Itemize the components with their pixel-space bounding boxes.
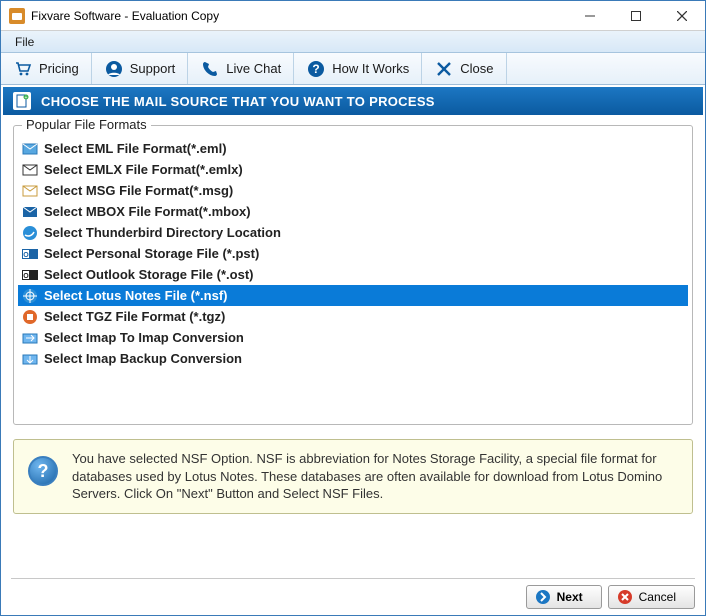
eml-icon — [22, 141, 38, 157]
format-label: Select EMLX File Format(*.emlx) — [44, 162, 243, 177]
howitworks-button[interactable]: ? How It Works — [294, 53, 422, 84]
close-icon — [434, 59, 454, 79]
emlx-icon — [22, 162, 38, 178]
format-label: Select MSG File Format(*.msg) — [44, 183, 233, 198]
window-title: Fixvare Software - Evaluation Copy — [31, 9, 567, 23]
format-label: Select Imap Backup Conversion — [44, 351, 242, 366]
format-row-imap-backup[interactable]: Select Imap Backup Conversion — [18, 348, 688, 369]
close-label: Close — [460, 61, 493, 76]
cancel-icon — [617, 589, 633, 605]
format-list: Select EML File Format(*.eml) Select EMLX… — [18, 138, 688, 369]
menu-file[interactable]: File — [7, 33, 42, 51]
support-label: Support — [130, 61, 176, 76]
svg-text:O: O — [23, 252, 29, 259]
thunderbird-icon — [22, 225, 38, 241]
app-icon — [9, 8, 25, 24]
next-button[interactable]: Next — [526, 585, 602, 609]
format-row-thunderbird[interactable]: Select Thunderbird Directory Location — [18, 222, 688, 243]
content: Popular File Formats Select EML File For… — [1, 115, 705, 425]
page-icon: + — [13, 92, 31, 110]
minimize-button[interactable] — [567, 1, 613, 31]
pst-icon: O — [22, 246, 38, 262]
format-row-msg[interactable]: Select MSG File Format(*.msg) — [18, 180, 688, 201]
format-label: Select Personal Storage File (*.pst) — [44, 246, 259, 261]
pricing-button[interactable]: Pricing — [1, 53, 92, 84]
format-label: Select Thunderbird Directory Location — [44, 225, 281, 240]
imap-icon — [22, 330, 38, 346]
close-button[interactable]: Close — [422, 53, 506, 84]
arrow-right-icon — [535, 589, 551, 605]
format-group: Popular File Formats Select EML File For… — [13, 125, 693, 425]
format-row-ost[interactable]: O Select Outlook Storage File (*.ost) — [18, 264, 688, 285]
imap-backup-icon — [22, 351, 38, 367]
svg-text:+: + — [25, 95, 28, 101]
header-band: + CHOOSE THE MAIL SOURCE THAT YOU WANT T… — [3, 87, 703, 115]
mbox-icon — [22, 204, 38, 220]
format-row-eml[interactable]: Select EML File Format(*.eml) — [18, 138, 688, 159]
howitworks-label: How It Works — [332, 61, 409, 76]
format-label: Select EML File Format(*.eml) — [44, 141, 227, 156]
group-legend: Popular File Formats — [22, 117, 151, 132]
format-label: Select Lotus Notes File (*.nsf) — [44, 288, 227, 303]
info-text: You have selected NSF Option. NSF is abb… — [72, 450, 678, 503]
footer: Next Cancel — [11, 578, 695, 609]
maximize-button[interactable] — [613, 1, 659, 31]
format-row-tgz[interactable]: Select TGZ File Format (*.tgz) — [18, 306, 688, 327]
header-text: CHOOSE THE MAIL SOURCE THAT YOU WANT TO … — [41, 94, 435, 109]
livechat-label: Live Chat — [226, 61, 281, 76]
cancel-button[interactable]: Cancel — [608, 585, 695, 609]
menubar: File — [1, 31, 705, 53]
format-row-emlx[interactable]: Select EMLX File Format(*.emlx) — [18, 159, 688, 180]
svg-text:O: O — [23, 273, 29, 280]
format-label: Select Outlook Storage File (*.ost) — [44, 267, 253, 282]
cancel-label: Cancel — [639, 590, 676, 604]
tgz-icon — [22, 309, 38, 325]
close-window-button[interactable] — [659, 1, 705, 31]
format-label: Select Imap To Imap Conversion — [44, 330, 244, 345]
nsf-icon — [22, 288, 38, 304]
phone-icon — [200, 59, 220, 79]
pricing-label: Pricing — [39, 61, 79, 76]
toolbar: Pricing Support Live Chat ? How It Works… — [1, 53, 705, 85]
titlebar: Fixvare Software - Evaluation Copy — [1, 1, 705, 31]
svg-text:?: ? — [313, 62, 320, 76]
support-button[interactable]: Support — [92, 53, 189, 84]
question-icon: ? — [306, 59, 326, 79]
msg-icon — [22, 183, 38, 199]
format-row-mbox[interactable]: Select MBOX File Format(*.mbox) — [18, 201, 688, 222]
format-row-nsf[interactable]: Select Lotus Notes File (*.nsf) — [18, 285, 688, 306]
ost-icon: O — [22, 267, 38, 283]
headset-icon — [104, 59, 124, 79]
info-box: ? You have selected NSF Option. NSF is a… — [13, 439, 693, 514]
format-row-pst[interactable]: O Select Personal Storage File (*.pst) — [18, 243, 688, 264]
format-row-imap[interactable]: Select Imap To Imap Conversion — [18, 327, 688, 348]
cart-icon — [13, 59, 33, 79]
livechat-button[interactable]: Live Chat — [188, 53, 294, 84]
next-label: Next — [557, 590, 583, 604]
format-label: Select MBOX File Format(*.mbox) — [44, 204, 251, 219]
info-icon: ? — [28, 456, 58, 486]
format-label: Select TGZ File Format (*.tgz) — [44, 309, 225, 324]
